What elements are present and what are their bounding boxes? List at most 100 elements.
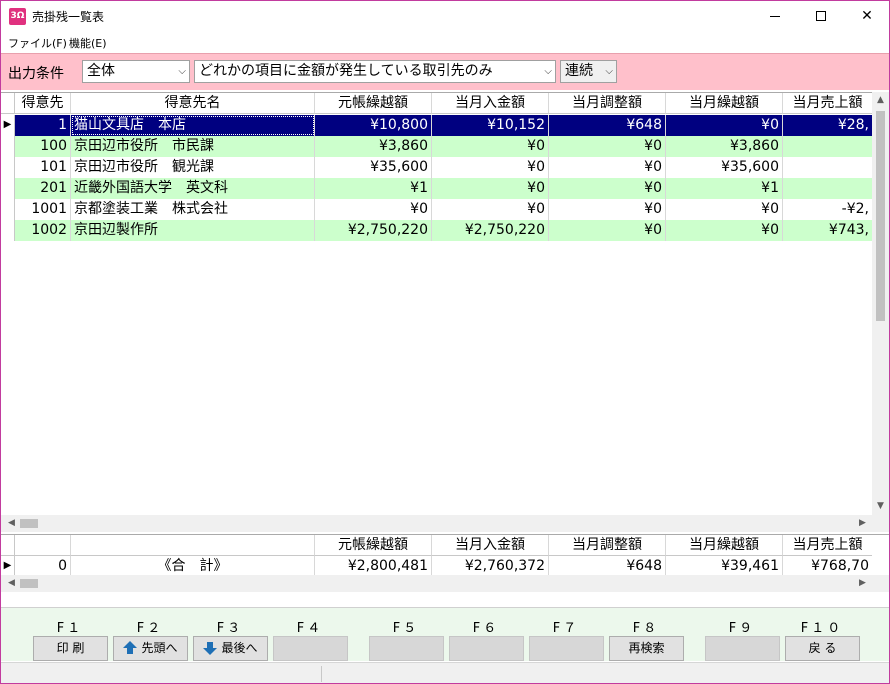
totals-label[interactable]: 《合 計》 (71, 556, 315, 576)
customer-name[interactable]: 京田辺市役所 観光課 (71, 157, 315, 178)
column-header[interactable]: 当月入金額 (432, 93, 549, 114)
ledger-carryover[interactable]: ¥35,600 (315, 157, 432, 178)
research-button[interactable]: 再検索 (609, 636, 684, 661)
ledger-carryover[interactable]: ¥2,750,220 (315, 220, 432, 241)
monthly-adjustment[interactable]: ¥0 (549, 178, 666, 199)
monthly-adjustment[interactable]: ¥0 (549, 136, 666, 157)
ledger-carryover[interactable]: ¥1 (315, 178, 432, 199)
data-grid[interactable]: 得意先 得意先名 元帳繰越額 当月入金額 当月調整額 当月繰越額 当月売上額 ▶… (1, 92, 872, 515)
monthly-adjustment[interactable]: ¥0 (549, 199, 666, 220)
monthly-adjustment[interactable]: ¥648 (549, 115, 666, 136)
scroll-down-icon[interactable]: ▼ (872, 498, 889, 515)
customer-code[interactable]: 201 (15, 178, 71, 199)
total-monthly-receipts[interactable]: ¥2,760,372 (432, 556, 549, 576)
menu-file[interactable]: ファイル(F) (8, 35, 67, 51)
totals-code[interactable]: 0 (15, 556, 71, 576)
scope-dropdown[interactable]: 全体 ⌵ (82, 60, 190, 83)
back-button[interactable]: 戻 る (785, 636, 860, 661)
close-button[interactable]: ✕ (844, 1, 889, 32)
customer-name[interactable]: 京田辺市役所 市民課 (71, 136, 315, 157)
table-row[interactable]: 1002 京田辺製作所 ¥2,750,220 ¥2,750,220 ¥0 ¥0 … (1, 220, 872, 241)
scroll-thumb[interactable] (876, 111, 885, 321)
monthly-carryover[interactable]: ¥0 (666, 199, 783, 220)
scroll-left-icon[interactable]: ◀ (3, 515, 20, 532)
menu-function[interactable]: 機能(E) (69, 35, 107, 51)
ledger-carryover[interactable]: ¥0 (315, 199, 432, 220)
column-header[interactable]: 当月売上額 (783, 535, 872, 556)
scroll-right-icon[interactable]: ▶ (854, 515, 871, 532)
monthly-receipts[interactable]: ¥0 (432, 157, 549, 178)
column-header[interactable]: 元帳繰越額 (315, 535, 432, 556)
customer-name[interactable]: 猫山文具店 本店 (71, 115, 315, 136)
column-header[interactable]: 当月入金額 (432, 535, 549, 556)
column-header[interactable]: 当月売上額 (783, 93, 872, 114)
grid-horizontal-scrollbar[interactable]: ◀ ▶ (1, 515, 889, 532)
monthly-carryover[interactable]: ¥0 (666, 220, 783, 241)
monthly-sales[interactable]: ¥28, (783, 115, 872, 136)
scroll-thumb[interactable] (20, 579, 38, 588)
total-monthly-sales[interactable]: ¥768,70 (783, 556, 872, 576)
ledger-carryover[interactable]: ¥3,860 (315, 136, 432, 157)
monthly-receipts[interactable]: ¥10,152 (432, 115, 549, 136)
monthly-sales[interactable] (783, 157, 872, 178)
customer-code[interactable]: 101 (15, 157, 71, 178)
condition-dropdown[interactable]: どれかの項目に金額が発生している取引先のみ ⌵ (194, 60, 556, 83)
maximize-button[interactable] (798, 1, 844, 32)
totals-row[interactable]: ▶ 0 《合 計》 ¥2,800,481 ¥2,760,372 ¥648 ¥39… (1, 556, 872, 576)
customer-name[interactable]: 近畿外国語大学 英文科 (71, 178, 315, 199)
total-monthly-adjustment[interactable]: ¥648 (549, 556, 666, 576)
column-header[interactable]: 当月繰越額 (666, 535, 783, 556)
monthly-sales[interactable] (783, 136, 872, 157)
print-button[interactable]: 印 刷 (33, 636, 108, 661)
f9-button[interactable] (705, 636, 780, 661)
column-header[interactable]: 得意先名 (71, 93, 315, 114)
column-header[interactable]: 当月調整額 (549, 535, 666, 556)
f4-button[interactable] (273, 636, 348, 661)
scroll-right-icon[interactable]: ▶ (854, 575, 871, 592)
scroll-up-icon[interactable]: ▲ (872, 92, 889, 109)
monthly-sales[interactable] (783, 178, 872, 199)
total-monthly-carryover[interactable]: ¥39,461 (666, 556, 783, 576)
table-row[interactable]: 100 京田辺市役所 市民課 ¥3,860 ¥0 ¥0 ¥3,860 (1, 136, 872, 157)
column-header[interactable]: 元帳繰越額 (315, 93, 432, 114)
monthly-adjustment[interactable]: ¥0 (549, 220, 666, 241)
table-row[interactable]: 1001 京都塗装工業 株式会社 ¥0 ¥0 ¥0 ¥0 -¥2, (1, 199, 872, 220)
monthly-adjustment[interactable]: ¥0 (549, 157, 666, 178)
mode-dropdown[interactable]: 連続 ⌵ (560, 60, 617, 83)
column-header[interactable]: 得意先 (15, 93, 71, 114)
ledger-carryover[interactable]: ¥10,800 (315, 115, 432, 136)
monthly-carryover[interactable]: ¥3,860 (666, 136, 783, 157)
table-row[interactable]: 201 近畿外国語大学 英文科 ¥1 ¥0 ¥0 ¥1 (1, 178, 872, 199)
go-last-button[interactable]: 最後へ (193, 636, 268, 661)
minimize-button[interactable] (752, 1, 798, 32)
monthly-receipts[interactable]: ¥0 (432, 199, 549, 220)
scroll-thumb[interactable] (20, 519, 38, 528)
f6-button[interactable] (449, 636, 524, 661)
grid-vertical-scrollbar[interactable]: ▲ ▼ (872, 92, 889, 515)
monthly-sales[interactable]: -¥2, (783, 199, 872, 220)
customer-code[interactable]: 1001 (15, 199, 71, 220)
f5-button[interactable] (369, 636, 444, 661)
monthly-sales[interactable]: ¥743, (783, 220, 872, 241)
scroll-left-icon[interactable]: ◀ (3, 575, 20, 592)
table-row[interactable]: ▶ 1 猫山文具店 本店 ¥10,800 ¥10,152 ¥648 ¥0 ¥28… (1, 115, 872, 136)
column-header[interactable]: 当月繰越額 (666, 93, 783, 114)
total-ledger-carryover[interactable]: ¥2,800,481 (315, 556, 432, 576)
customer-code[interactable]: 1 (15, 115, 71, 136)
column-header[interactable]: 当月調整額 (549, 93, 666, 114)
totals-horizontal-scrollbar[interactable]: ◀ ▶ (1, 575, 889, 592)
monthly-receipts[interactable]: ¥0 (432, 178, 549, 199)
f7-button[interactable] (529, 636, 604, 661)
monthly-receipts[interactable]: ¥0 (432, 136, 549, 157)
monthly-carryover[interactable]: ¥35,600 (666, 157, 783, 178)
monthly-receipts[interactable]: ¥2,750,220 (432, 220, 549, 241)
totals-grid[interactable]: 元帳繰越額 当月入金額 当月調整額 当月繰越額 当月売上額 ▶ 0 《合 計》 … (1, 534, 889, 576)
customer-name[interactable]: 京都塗装工業 株式会社 (71, 199, 315, 220)
monthly-carryover[interactable]: ¥1 (666, 178, 783, 199)
customer-name[interactable]: 京田辺製作所 (71, 220, 315, 241)
go-first-button[interactable]: 先頭へ (113, 636, 188, 661)
monthly-carryover[interactable]: ¥0 (666, 115, 783, 136)
customer-code[interactable]: 1002 (15, 220, 71, 241)
table-row[interactable]: 101 京田辺市役所 観光課 ¥35,600 ¥0 ¥0 ¥35,600 (1, 157, 872, 178)
customer-code[interactable]: 100 (15, 136, 71, 157)
